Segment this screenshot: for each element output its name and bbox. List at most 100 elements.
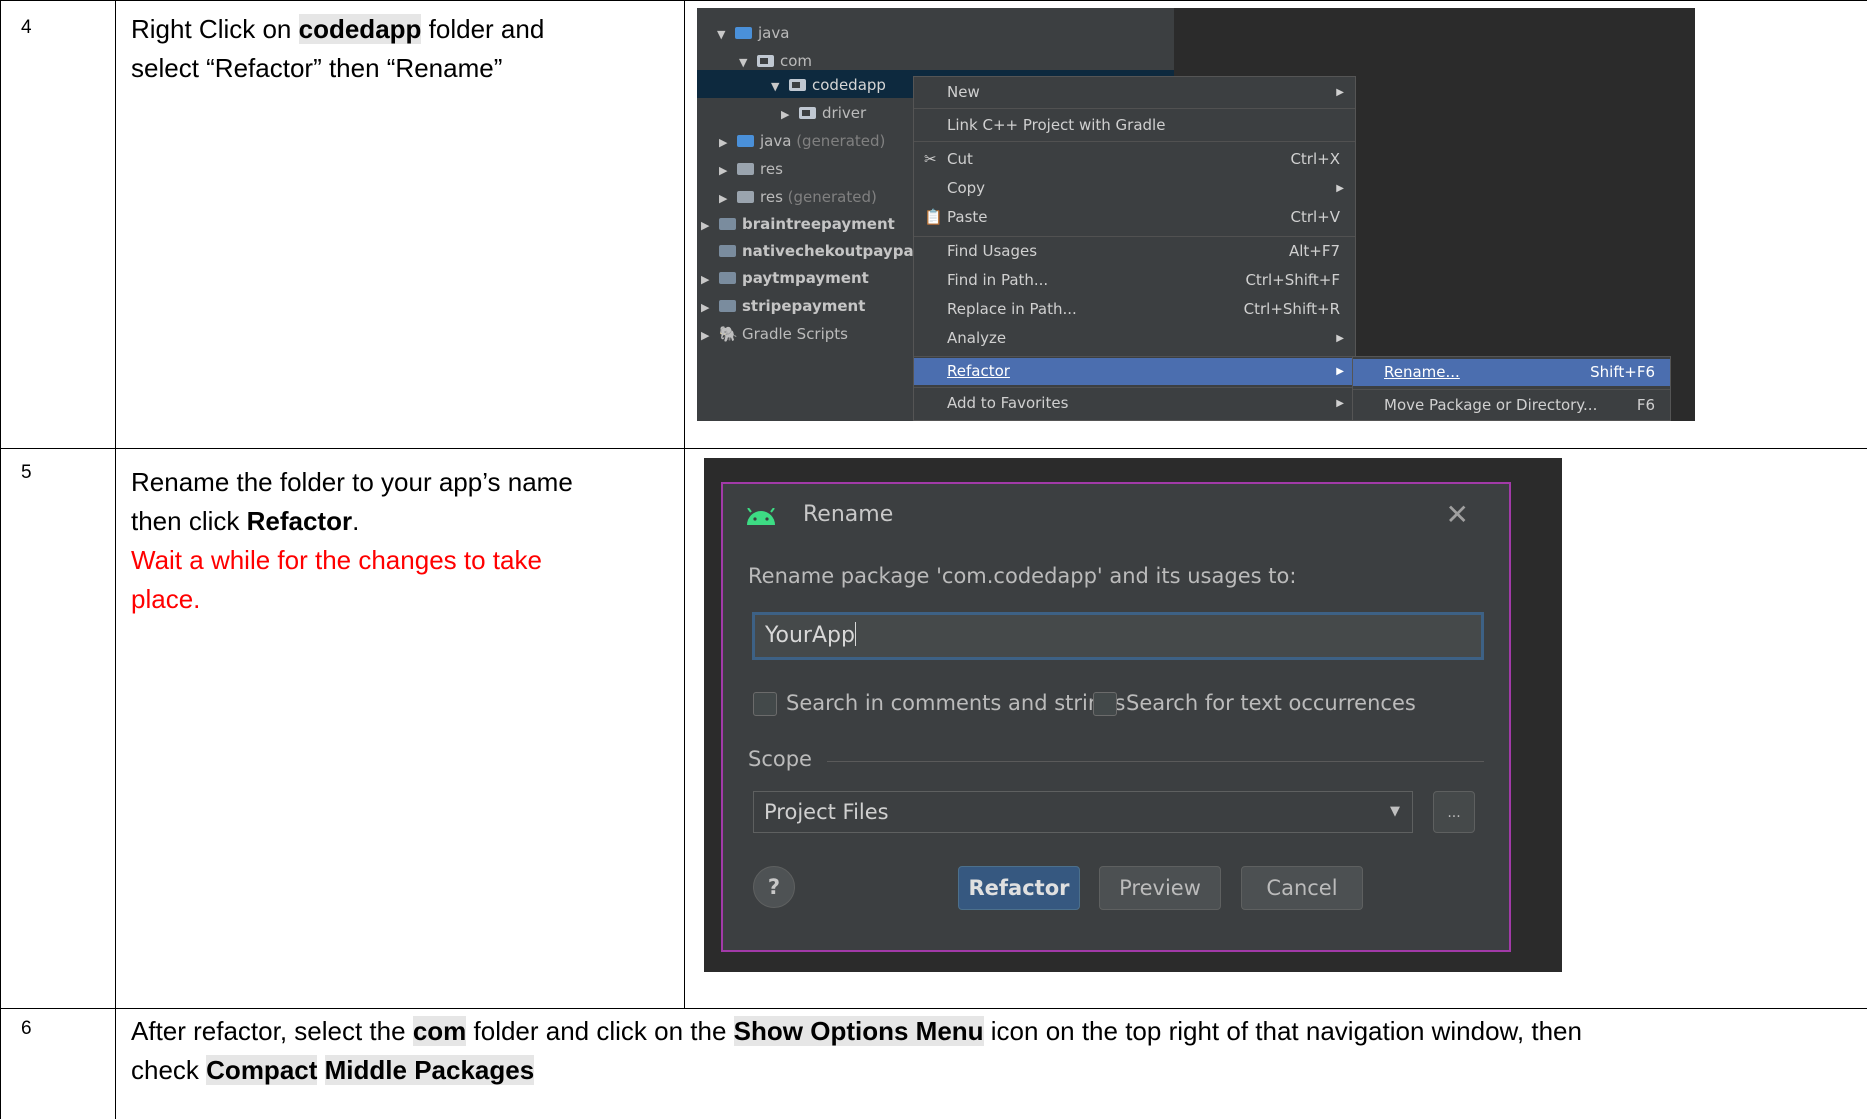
instruction-text: . [352, 506, 360, 536]
search-text-label: Search for text occurrences [1126, 691, 1416, 715]
warning-line: Wait a while for the changes to take [131, 545, 542, 575]
highlight-show-options-menu: Show Options Menu [733, 1016, 984, 1046]
package-icon [799, 107, 816, 119]
browse-scope-button[interactable]: ... [1433, 791, 1475, 833]
menu-item-add-to-favorites[interactable]: Add to Favorites ▶ [914, 390, 1355, 417]
menu-item-new[interactable]: New ▶ [914, 79, 1355, 106]
menu-item-label: Find in Path... [947, 271, 1049, 289]
submenu-item-move-package[interactable]: Move Package or Directory... F6 [1353, 392, 1670, 419]
step-instruction: Right Click on codedapp folder and selec… [131, 10, 671, 88]
menu-item-cut[interactable]: ✂ Cut Ctrl+X [914, 146, 1355, 173]
menu-item-paste[interactable]: 📋 Paste Ctrl+V [914, 204, 1355, 231]
table-col-divider-2 [684, 0, 685, 1008]
menu-item-refactor[interactable]: Refactor ▶ [914, 358, 1355, 385]
refactor-submenu: Rename... Shift+F6 Move Package or Direct… [1352, 356, 1671, 421]
instruction-line: select “Refactor” then “Rename” [131, 53, 503, 83]
module-icon [719, 218, 736, 230]
menu-item-shortcut: Ctrl+V [1290, 208, 1340, 226]
tree-item[interactable]: ▼ codedapp [771, 72, 886, 98]
table-row-divider-1 [0, 448, 1867, 449]
rename-dialog: Rename ✕ Rename package 'com.codedapp' a… [721, 482, 1511, 952]
tree-item[interactable]: ▶ java (generated) [719, 128, 885, 154]
tree-item-label: paytmpayment [742, 269, 869, 287]
menu-item-analyze[interactable]: Analyze ▶ [914, 325, 1355, 352]
expanded-triangle-icon: ▼ [739, 56, 748, 69]
instruction-line: Rename the folder to your app’s name [131, 467, 573, 497]
menu-separator [914, 387, 1355, 388]
menu-item-shortcut: Alt+F7 [1288, 242, 1340, 260]
preview-button[interactable]: Preview [1099, 866, 1221, 910]
tree-item-label: com [780, 52, 813, 70]
tree-item-label: braintreepayment [742, 215, 895, 233]
module-icon [719, 300, 736, 312]
folder-icon [737, 135, 754, 147]
collapsed-triangle-icon: ▶ [701, 301, 710, 314]
scope-value: Project Files [764, 800, 889, 824]
table-border-left [0, 0, 1, 1119]
module-icon [719, 245, 736, 257]
menu-item-shortcut: F6 [1636, 396, 1655, 414]
menu-item-label: Find Usages [947, 242, 1038, 260]
tree-item-label: res [760, 160, 783, 178]
tree-item-label: res [760, 188, 783, 206]
step-number: 4 [21, 17, 32, 38]
instruction-text: check [131, 1055, 207, 1085]
instruction-text: Right Click on [131, 14, 299, 44]
input-value: YourApp [765, 623, 855, 648]
collapsed-triangle-icon: ▶ [719, 164, 728, 177]
scope-select[interactable]: Project Files ▼ [753, 791, 1413, 833]
tree-item[interactable]: ▶ res [719, 156, 783, 182]
scissors-icon: ✂ [924, 150, 937, 168]
tree-item[interactable]: ▶ driver [781, 100, 866, 126]
tree-item[interactable]: ▶ paytmpayment [701, 265, 869, 291]
tree-item[interactable]: ▼ java [717, 20, 789, 46]
new-name-input[interactable]: YourApp [752, 612, 1484, 660]
collapsed-triangle-icon: ▶ [781, 108, 790, 121]
instruction-line: After refactor, select the com folder an… [131, 1012, 1831, 1051]
submenu-arrow-icon: ▶ [1336, 333, 1344, 344]
tree-item[interactable]: nativechekoutpaypal [719, 238, 919, 264]
expanded-triangle-icon: ▼ [771, 80, 780, 93]
tree-item-label: nativechekoutpaypal [742, 242, 919, 260]
tree-item[interactable]: ▶ braintreepayment [701, 211, 895, 237]
instruction-text: then click [131, 506, 247, 536]
search-comments-checkbox[interactable] [753, 692, 777, 716]
expanded-triangle-icon: ▼ [717, 28, 726, 41]
menu-item-shortcut: Ctrl+Shift+R [1243, 300, 1340, 318]
instruction-text: icon on the top right of that navigation… [983, 1016, 1582, 1046]
module-icon [719, 272, 736, 284]
step-number: 5 [21, 462, 32, 483]
collapsed-triangle-icon: ▶ [719, 192, 728, 205]
highlight-com: com [412, 1016, 467, 1046]
tree-item[interactable]: ▶ res (generated) [719, 184, 877, 210]
help-button[interactable]: ? [753, 866, 795, 908]
menu-item-find-usages[interactable]: Find Usages Alt+F7 [914, 238, 1355, 265]
instruction-line: Right Click on codedapp folder and [131, 10, 671, 49]
dropdown-arrow-icon: ▼ [1390, 804, 1400, 819]
cancel-button[interactable]: Cancel [1241, 866, 1363, 910]
search-text-checkbox[interactable] [1093, 692, 1117, 716]
menu-item-replace-in-path[interactable]: Replace in Path... Ctrl+Shift+R [914, 296, 1355, 323]
tree-item-label: codedapp [812, 76, 886, 94]
menu-item-label: Rename... [1384, 363, 1460, 381]
dialog-title: Rename [803, 502, 894, 527]
menu-item-copy[interactable]: Copy ▶ [914, 175, 1355, 202]
menu-item-find-in-path[interactable]: Find in Path... Ctrl+Shift+F [914, 267, 1355, 294]
clipboard-icon: 📋 [924, 208, 943, 226]
refactor-button[interactable]: Refactor [958, 866, 1080, 910]
package-icon [757, 55, 774, 67]
menu-item-label: Refactor [947, 362, 1010, 380]
menu-item-link-cpp[interactable]: Link C++ Project with Gradle [914, 112, 1355, 139]
collapsed-triangle-icon: ▶ [701, 329, 710, 342]
close-icon[interactable]: ✕ [1446, 498, 1469, 531]
tree-item[interactable]: ▼ com [739, 48, 812, 74]
highlight-middle-packages: Middle Packages [324, 1055, 535, 1085]
tree-item[interactable]: ▶ 🐘 Gradle Scripts [701, 321, 848, 347]
tree-item-label: java [760, 132, 792, 150]
table-border-top [0, 0, 1867, 1]
tree-item-label: driver [822, 104, 867, 122]
search-comments-label: Search in comments and strings [786, 691, 1126, 715]
tree-item[interactable]: ▶ stripepayment [701, 293, 865, 319]
submenu-arrow-icon: ▶ [1336, 398, 1344, 409]
submenu-item-rename[interactable]: Rename... Shift+F6 [1353, 359, 1670, 386]
